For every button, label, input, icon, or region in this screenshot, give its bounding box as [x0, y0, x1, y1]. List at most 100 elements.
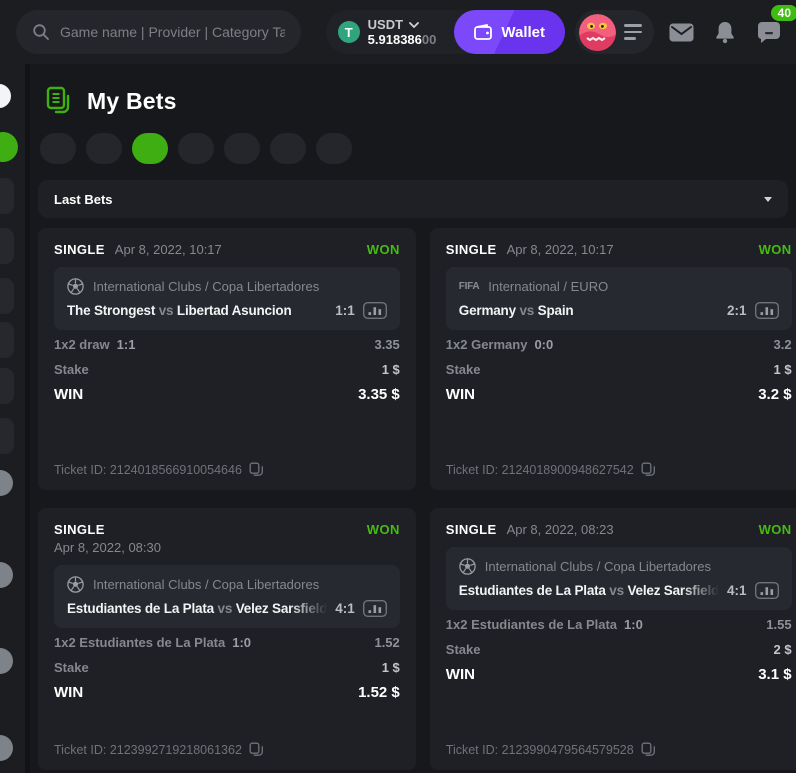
caret-down-icon [764, 197, 772, 202]
sidebar-item[interactable] [0, 278, 14, 314]
ticket-label: Ticket ID: [54, 743, 106, 757]
stake-row: Stake 1 $ [54, 657, 400, 678]
ticket-row: Ticket ID: 2123990479564579528 [446, 742, 656, 757]
stats-icon[interactable] [755, 582, 779, 599]
sidebar-item[interactable] [0, 178, 14, 214]
bet-selection: 1x2 Estudiantes de La Plata [446, 617, 617, 632]
search-input[interactable] [60, 24, 285, 40]
soccer-icon [67, 278, 84, 295]
match-teams: Estudiantes de La Plata vs Velez Sarsfie… [459, 583, 719, 598]
sidebar-item[interactable] [0, 418, 14, 454]
filter-pill[interactable] [86, 133, 122, 164]
balance-pill: T USDT 5.91838600 Wallet [326, 10, 565, 54]
search-icon [32, 23, 50, 41]
wallet-button[interactable]: Wallet [454, 10, 565, 54]
league-name: International / EURO [488, 279, 608, 294]
filter-pill[interactable] [224, 133, 260, 164]
ticket-label: Ticket ID: [446, 743, 498, 757]
stats-icon[interactable] [755, 302, 779, 319]
stake-row: Stake 2 $ [446, 639, 792, 660]
stats-icon[interactable] [363, 600, 387, 617]
win-value: 1.52 $ [358, 682, 400, 703]
copy-icon[interactable] [249, 742, 264, 757]
sidebar-item[interactable] [0, 84, 11, 108]
bet-date: Apr 8, 2022, 08:30 [54, 540, 161, 555]
bet-odds: 1.55 [766, 614, 791, 635]
win-label: WIN [54, 384, 83, 405]
menu-icon[interactable] [624, 24, 642, 40]
currency-label: USDT [368, 17, 403, 32]
currency-selector[interactable]: USDT 5.91838600 [368, 17, 447, 47]
match-panel[interactable]: FIFA International Clubs / Copa Libertad… [54, 267, 400, 330]
match-teams: Estudiantes de La Plata vs Velez Sarsfie… [67, 601, 327, 616]
sidebar-item[interactable] [0, 735, 13, 761]
copy-icon[interactable] [641, 742, 656, 757]
stats-icon[interactable] [363, 302, 387, 319]
notifications-button[interactable] [708, 15, 742, 49]
filter-pill[interactable] [40, 133, 76, 164]
bet-odds: 3.35 [374, 334, 399, 355]
search-bar[interactable] [16, 10, 301, 54]
ticket-id: 2124018566910054646 [110, 463, 242, 477]
stake-label: Stake [54, 359, 89, 380]
bet-odds: 1.52 [374, 632, 399, 653]
match-score: 4:1 [335, 601, 355, 616]
chevron-down-icon [409, 22, 419, 28]
bet-type: SINGLE [446, 242, 497, 257]
filter-pill[interactable] [178, 133, 214, 164]
win-row: WIN 3.1 $ [446, 664, 792, 685]
match-score: 2:1 [727, 303, 747, 318]
sidebar-item[interactable] [0, 470, 13, 496]
wallet-label: Wallet [501, 24, 545, 41]
mail-icon [669, 23, 694, 42]
bet-selection-score: 1:0 [232, 635, 251, 650]
chat-badge: 40 [771, 5, 796, 21]
sidebar-item[interactable] [0, 228, 14, 264]
last-bets-select[interactable]: Last Bets [38, 180, 788, 218]
fifa-icon: FIFA [459, 281, 479, 292]
sidebar-item[interactable] [0, 562, 13, 588]
page-header: My Bets [46, 86, 788, 116]
bell-icon [714, 21, 736, 44]
bet-date: Apr 8, 2022, 08:23 [507, 522, 614, 537]
bet-cards-grid: SINGLE Apr 8, 2022, 10:17 WON FIFA Inter… [38, 228, 788, 770]
bet-selection-score: 1:0 [624, 617, 643, 632]
copy-icon[interactable] [641, 462, 656, 477]
win-label: WIN [54, 682, 83, 703]
copy-icon[interactable] [249, 462, 264, 477]
filter-pill[interactable] [316, 133, 352, 164]
filter-pill[interactable] [132, 133, 168, 164]
sidebar-item[interactable] [0, 368, 14, 404]
sidebar-item-active[interactable] [0, 132, 18, 162]
bet-date: Apr 8, 2022, 10:17 [115, 242, 222, 257]
stake-value: 1 $ [382, 657, 400, 678]
mail-button[interactable] [664, 15, 698, 49]
soccer-icon [459, 558, 476, 575]
filter-pill[interactable] [270, 133, 306, 164]
status-badge: WON [759, 522, 792, 537]
stake-label: Stake [446, 639, 481, 660]
match-panel[interactable]: FIFA International Clubs / Copa Libertad… [446, 547, 792, 610]
bet-filters [40, 133, 788, 164]
match-panel[interactable]: FIFA International Clubs / Copa Libertad… [54, 565, 400, 628]
ticket-label: Ticket ID: [54, 463, 106, 477]
sidebar-item[interactable] [0, 648, 13, 674]
win-row: WIN 3.35 $ [54, 384, 400, 405]
status-badge: WON [367, 522, 400, 537]
match-teams: The Strongest vs Libertad Asuncion [67, 303, 327, 318]
usdt-icon: T [338, 21, 360, 43]
match-score: 4:1 [727, 583, 747, 598]
match-panel[interactable]: FIFA International / EURO Germany vs Spa… [446, 267, 792, 330]
ticket-row: Ticket ID: 2123992719218061362 [54, 742, 264, 757]
bet-selection-score: 0:0 [534, 337, 553, 352]
sidebar [0, 64, 30, 773]
my-bets-icon [46, 86, 73, 116]
chat-icon [757, 21, 781, 44]
page-title: My Bets [87, 88, 177, 115]
chat-button[interactable]: 40 [752, 15, 786, 49]
sidebar-item[interactable] [0, 322, 14, 358]
avatar[interactable] [579, 14, 616, 51]
bet-type: SINGLE [54, 522, 105, 537]
win-value: 3.1 $ [758, 664, 791, 685]
bet-date: Apr 8, 2022, 10:17 [507, 242, 614, 257]
